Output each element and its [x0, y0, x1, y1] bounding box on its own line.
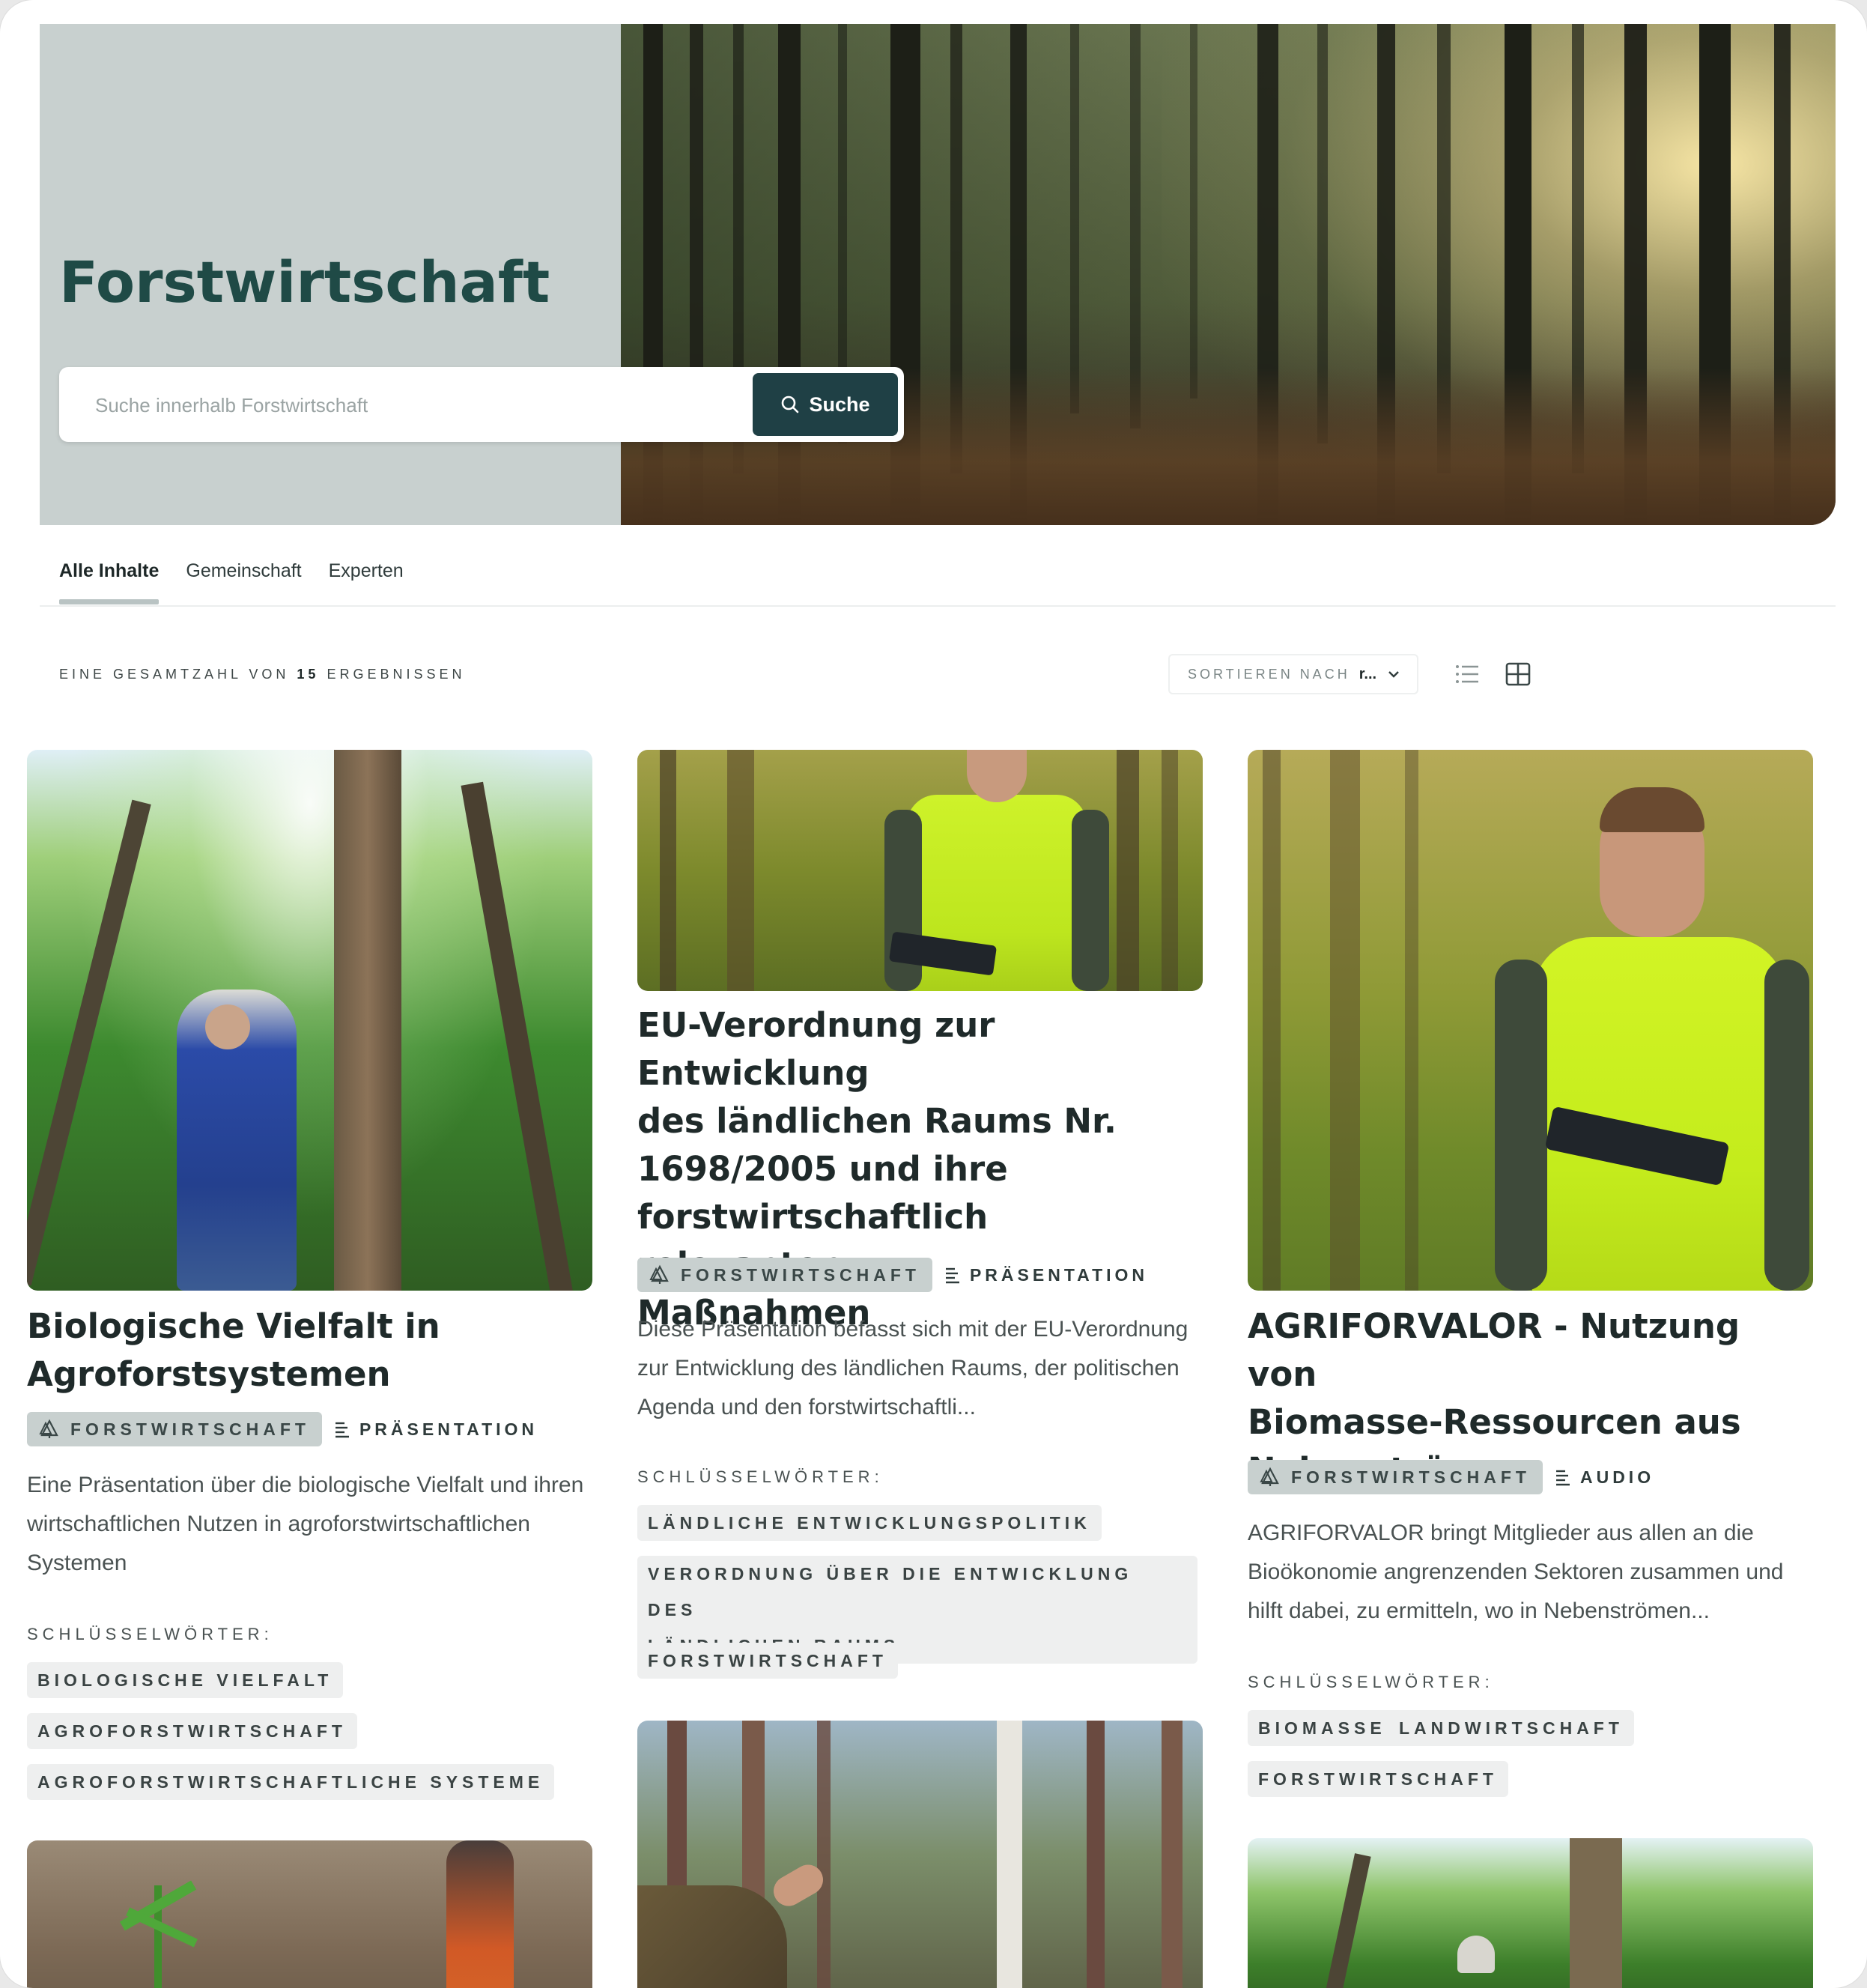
- document-lines-icon: [945, 1267, 959, 1284]
- keyword-tag[interactable]: AGROFORSTWIRTSCHAFT: [27, 1713, 357, 1749]
- keyword-tag[interactable]: FORSTWIRTSCHAFT: [1248, 1761, 1508, 1797]
- search-input[interactable]: [94, 387, 741, 424]
- results-number: 15: [297, 667, 320, 682]
- hero-forest-image: [621, 24, 1836, 525]
- content-type: PRÄSENTATION: [334, 1419, 538, 1440]
- keyword-tag[interactable]: FORSTWIRTSCHAFT: [637, 1643, 898, 1679]
- content-type-label: PRÄSENTATION: [359, 1419, 538, 1439]
- topic-label: FORSTWIRTSCHAFT: [70, 1419, 310, 1439]
- content-type: PRÄSENTATION: [944, 1265, 1148, 1285]
- content-type-label: AUDIO: [1579, 1467, 1655, 1487]
- content-card[interactable]: AGRIFORVALOR - Nutzung von Biomasse-Resso…: [1248, 750, 1813, 1798]
- content-tabs: Alle Inhalte Gemeinschaft Experten: [59, 554, 404, 607]
- sort-dropdown[interactable]: SORTIEREN NACH r...: [1168, 654, 1418, 694]
- tab-experten[interactable]: Experten: [329, 554, 404, 607]
- tree-icon: [649, 1264, 669, 1284]
- tab-alle-inhalte[interactable]: Alle Inhalte: [59, 554, 160, 607]
- content-card[interactable]: [1248, 1838, 1813, 1988]
- card-meta: FORSTWIRTSCHAFT PRÄSENTATION: [637, 1258, 1148, 1292]
- tab-gemeinschaft[interactable]: Gemeinschaft: [186, 554, 301, 607]
- keyword-tag[interactable]: BIOLOGISCHE VIELFALT: [27, 1662, 344, 1698]
- card-image: [27, 750, 592, 1291]
- card-title[interactable]: Biologische Vielfalt in Agroforstsystemen: [27, 1303, 592, 1398]
- content-card[interactable]: [27, 1840, 592, 1988]
- document-lines-icon: [335, 1422, 349, 1438]
- results-prefix: EINE GESAMTZAHL VON: [59, 667, 290, 682]
- card-description: AGRIFORVALOR bringt Mitglieder aus allen…: [1248, 1521, 1784, 1623]
- topic-chip[interactable]: FORSTWIRTSCHAFT: [27, 1412, 322, 1446]
- card-description: Diese Präsentation befasst sich mit der …: [637, 1317, 1188, 1419]
- sort-value: r...: [1358, 665, 1377, 682]
- keyword-tag[interactable]: LANDWIRTSCHAFT: [1388, 1710, 1634, 1746]
- list-view-icon[interactable]: [1454, 662, 1480, 686]
- topic-chip[interactable]: FORSTWIRTSCHAFT: [637, 1258, 932, 1292]
- tree-icon: [39, 1419, 58, 1438]
- page-frame: Forstwirtschaft Suche Alle Inhalte Gemei…: [0, 0, 1867, 1988]
- search-button-label: Suche: [809, 393, 870, 416]
- document-lines-icon: [1555, 1470, 1570, 1486]
- search-button[interactable]: Suche: [753, 373, 898, 436]
- search-bar: Suche: [59, 367, 904, 442]
- topic-label: FORSTWIRTSCHAFT: [681, 1264, 920, 1285]
- results-suffix: ERGEBNISSEN: [327, 667, 466, 682]
- keyword-tag[interactable]: BIOMASSE: [1248, 1710, 1397, 1746]
- keywords-label: SCHLÜSSELWÖRTER:: [1248, 1673, 1494, 1691]
- search-icon: [782, 396, 799, 413]
- sort-label: SORTIEREN NACH: [1188, 666, 1350, 682]
- card-image: [637, 1721, 1203, 1988]
- card-meta: FORSTWIRTSCHAFT AUDIO: [1248, 1460, 1654, 1494]
- keyword-tag-line: VERORDNUNG ÜBER DIE ENTWICKLUNG DES: [648, 1564, 1133, 1619]
- card-image: [637, 750, 1203, 991]
- keywords-label: SCHLÜSSELWÖRTER:: [637, 1467, 884, 1486]
- card-description: Eine Präsentation über die biologische V…: [27, 1473, 584, 1575]
- card-image: [1248, 1838, 1813, 1988]
- card-meta: FORSTWIRTSCHAFT PRÄSENTATION: [27, 1412, 538, 1446]
- content-type: AUDIO: [1555, 1467, 1654, 1488]
- tree-icon: [1260, 1467, 1279, 1486]
- card-image: [1248, 750, 1813, 1291]
- topic-chip[interactable]: FORSTWIRTSCHAFT: [1248, 1460, 1543, 1494]
- content-card[interactable]: Biologische Vielfalt in Agroforstsystemen…: [27, 750, 592, 1800]
- keyword-tag[interactable]: AGROFORSTWIRTSCHAFTLICHE SYSTEME: [27, 1764, 555, 1800]
- card-image: [27, 1840, 592, 1988]
- results-count: EINE GESAMTZAHL VON 15 ERGEBNISSEN: [59, 667, 465, 682]
- content-card[interactable]: EU-Verordnung zur Entwicklung des ländlic…: [637, 750, 1203, 1679]
- content-card[interactable]: [637, 1721, 1203, 1988]
- chevron-down-icon: [1388, 671, 1399, 678]
- page-title: Forstwirtschaft: [59, 249, 550, 315]
- grid-view-icon[interactable]: [1505, 662, 1531, 686]
- hero-banner: Forstwirtschaft Suche: [40, 24, 1836, 525]
- topic-label: FORSTWIRTSCHAFT: [1291, 1467, 1531, 1487]
- keyword-tag[interactable]: LÄNDLICHE ENTWICKLUNGSPOLITIK: [637, 1505, 1102, 1541]
- tabs-divider: [40, 605, 1836, 607]
- content-type-label: PRÄSENTATION: [969, 1264, 1149, 1285]
- keywords-label: SCHLÜSSELWÖRTER:: [27, 1625, 273, 1643]
